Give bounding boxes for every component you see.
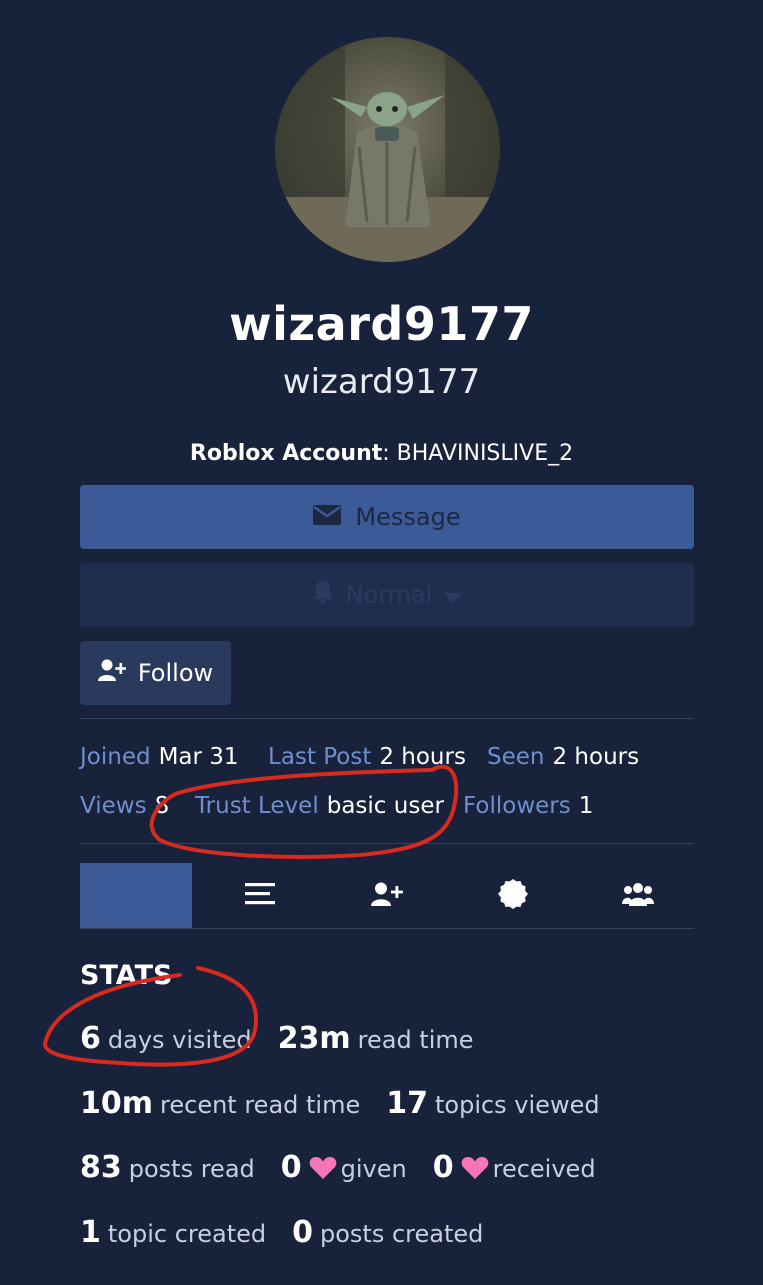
bell-icon [312, 580, 334, 610]
stat-label: recent read time [160, 1091, 361, 1119]
roblox-account-label: Roblox Account [189, 441, 383, 466]
stat-value: 17 [386, 1086, 428, 1121]
users-icon [622, 882, 654, 910]
user-profile-page: wizard9177 wizard9177 Roblox Account: BH… [0, 0, 763, 1285]
stats-row: 1 topic created 0 posts created [80, 1215, 509, 1252]
stat-value: 0 [292, 1215, 313, 1250]
notification-level-label: Normal [345, 581, 433, 609]
badge-icon [497, 878, 529, 914]
seen-value: 2 hours [552, 744, 640, 770]
tab-badges[interactable] [468, 863, 558, 928]
seen-label: Seen [487, 744, 545, 770]
stat-value: 0 [432, 1150, 454, 1185]
joined-label: Joined [80, 744, 151, 770]
stat-value: 10m [80, 1086, 154, 1121]
stat-label: topics viewed [434, 1091, 600, 1119]
roblox-account-value: BHAVINISLIVE_2 [396, 441, 574, 466]
joined-value[interactable]: Mar 31 [159, 744, 239, 770]
stat-recent-read-time: 10m recent read time [80, 1086, 360, 1123]
divider [80, 843, 694, 844]
stat-posts-created: 0 posts created [292, 1215, 483, 1252]
heart-icon [461, 1154, 489, 1190]
stat-topic-created: 1 topic created [80, 1215, 266, 1252]
stat-likes-given: 0 given [281, 1150, 407, 1190]
tab-groups[interactable] [593, 863, 683, 928]
stat-value: 1 [80, 1215, 101, 1250]
stat-label: posts read [128, 1155, 255, 1183]
divider [80, 928, 694, 929]
followers-label[interactable]: Followers [463, 793, 571, 819]
stat-label: posts created [320, 1220, 484, 1248]
stats-row: 10m recent read time 17 topics viewed [80, 1086, 626, 1123]
trust-level-label: Trust Level [195, 793, 319, 819]
caret-down-icon [444, 581, 463, 609]
stats-row: 6 days visited 23m read time [80, 1021, 500, 1058]
views-field: Views 8 [80, 790, 169, 822]
views-value: 8 [154, 793, 170, 819]
roblox-account-separator: : [382, 441, 397, 466]
followers-value[interactable]: 1 [579, 793, 594, 819]
stat-label: read time [357, 1026, 474, 1054]
last-post-label: Last Post [268, 744, 372, 770]
stat-topics-viewed: 17 topics viewed [386, 1086, 599, 1123]
user-plus-icon [371, 882, 403, 910]
user-plus-icon [97, 659, 127, 687]
follow-button[interactable]: Follow [80, 641, 231, 705]
profile-tabs [80, 863, 694, 928]
views-label: Views [80, 793, 147, 819]
stat-value: 23m [277, 1021, 351, 1056]
notification-level-dropdown[interactable]: Normal [80, 563, 694, 627]
avatar[interactable] [275, 37, 500, 262]
display-name: wizard9177 [229, 297, 534, 351]
stats-heading: STATS [80, 960, 173, 991]
stat-label: received [492, 1155, 596, 1183]
stat-label: given [340, 1155, 407, 1183]
trust-level-field: Trust Level basic user [195, 790, 444, 822]
stat-value: 6 [80, 1021, 101, 1056]
seen-field: Seen 2 hours [487, 741, 639, 773]
tab-activity[interactable] [215, 863, 305, 928]
message-button[interactable]: Message [80, 485, 694, 549]
roblox-account-field: Roblox Account: BHAVINISLIVE_2 [0, 437, 763, 471]
stat-read-time: 23m read time [278, 1021, 474, 1058]
followers-field: Followers 1 [463, 790, 593, 822]
list-icon [245, 882, 275, 909]
last-post-field: Last Post 2 hours [268, 741, 466, 773]
stat-posts-read: 83 posts read [80, 1150, 255, 1187]
trust-level-value: basic user [326, 793, 444, 819]
stat-likes-received: 0 received [433, 1150, 596, 1190]
avatar-image [275, 37, 500, 262]
stat-value: 0 [280, 1150, 302, 1185]
stat-value: 83 [80, 1150, 122, 1185]
tab-invited[interactable] [342, 863, 432, 928]
divider [80, 718, 694, 719]
joined-field: Joined Mar 31 [80, 741, 239, 773]
follow-button-label: Follow [137, 659, 214, 687]
stat-label: topic created [107, 1220, 267, 1248]
stats-row: 83 posts read 0 given 0 received [80, 1150, 622, 1190]
tab-summary[interactable] [80, 863, 192, 928]
stat-label: days visited [107, 1026, 252, 1054]
envelope-icon [313, 503, 342, 531]
message-button-label: Message [355, 503, 461, 531]
last-post-value[interactable]: 2 hours [379, 744, 466, 770]
heart-icon [309, 1154, 337, 1190]
username: wizard9177 [282, 362, 481, 402]
stat-days-visited: 6 days visited [80, 1021, 252, 1058]
